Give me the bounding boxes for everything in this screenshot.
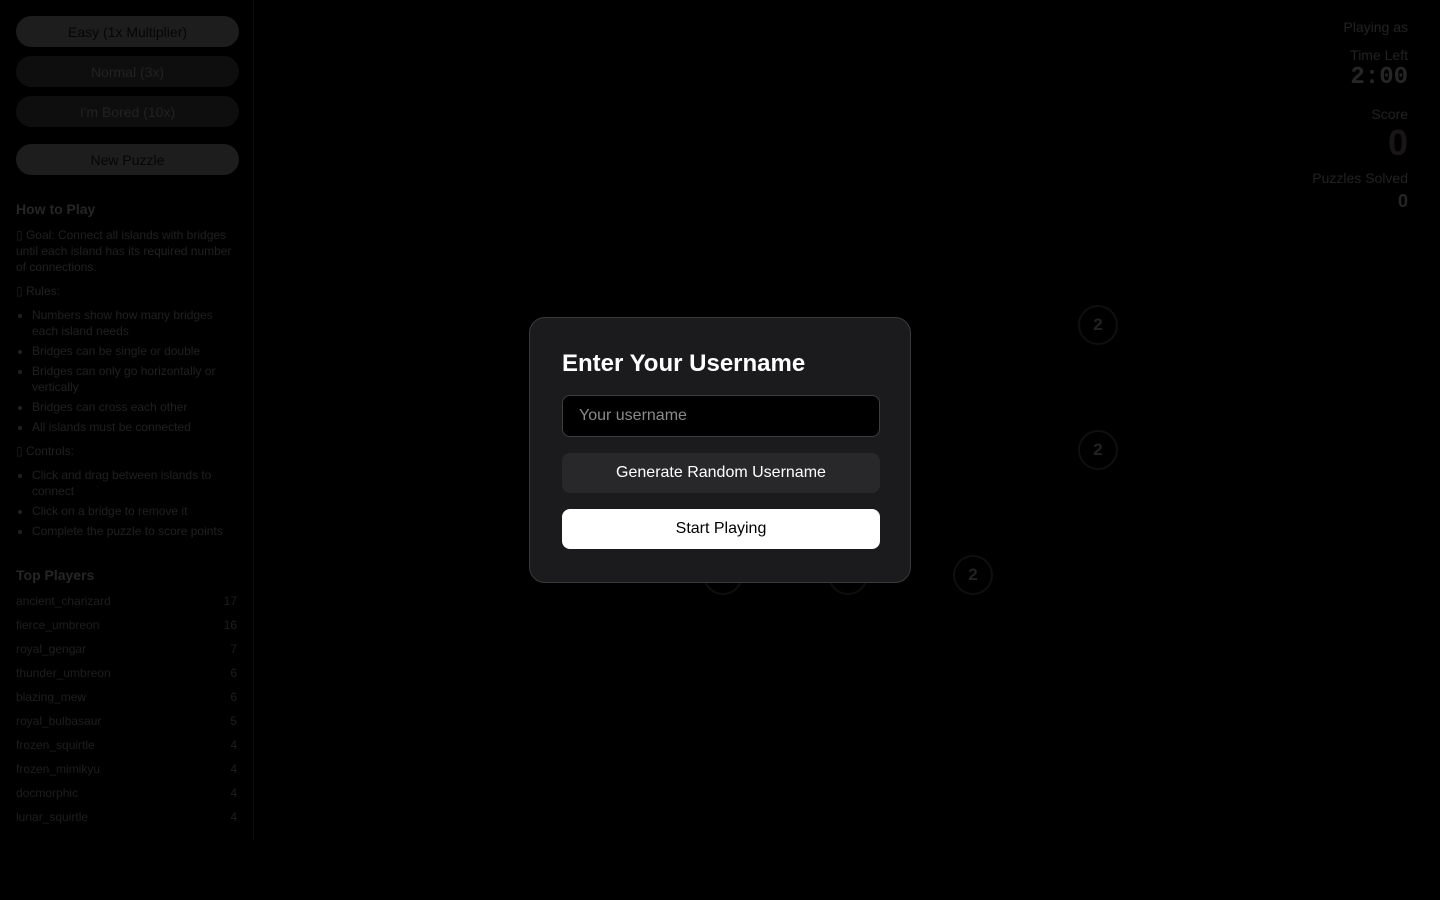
player-score: 6 [230,666,237,680]
time-left-value: 2:00 [1350,64,1408,91]
player-name: frozen_mimikyu [16,762,101,776]
leaderboard: ancient_charizard 17 fierce_umbreon 16 royal… [16,593,237,833]
rule-item: All islands must be connected [32,419,237,435]
generate-username-button[interactable]: Generate Random Username [562,453,880,493]
leaderboard-row: docmorphic 4 [16,785,237,809]
player-name: royal_gengar [16,642,87,656]
rule-item: Bridges can only go horizontally or vert… [32,363,237,395]
controls-list: Click and drag between islands to connec… [16,467,237,539]
player-score: 4 [230,762,237,776]
leaderboard-row: fierce_umbreon 16 [16,617,237,641]
new-puzzle-button[interactable]: New Puzzle [16,144,239,175]
player-name: lunar_squirtle [16,810,89,824]
rules-list: Numbers show how many bridges each islan… [16,307,237,435]
island[interactable]: 2 [953,555,993,595]
player-name: ancient_charizard [16,594,111,608]
player-name: thunder_umbreon [16,666,111,680]
difficulty-bored-button[interactable]: I'm Bored (10x) [16,96,239,127]
modal-title: Enter Your Username [562,350,806,377]
leaderboard-row: frozen_squirtle 4 [16,737,237,761]
start-playing-button[interactable]: Start Playing [562,509,880,549]
sidebar: Easy (1x Multiplier) Normal (3x) I'm Bor… [0,0,254,840]
leaderboard-row: blazing_mew 6 [16,689,237,713]
leaderboard-row: frozen_mimikyu 4 [16,761,237,785]
how-to-play-heading: How to Play [16,201,96,217]
leaderboard-row: lunar_squirtle 4 [16,809,237,833]
time-left-label: Time Left [1350,47,1408,63]
rule-item: Bridges can cross each other [32,399,237,415]
player-name: frozen_squirtle [16,738,95,752]
player-score: 5 [230,714,237,728]
rule-item: Bridges can be single or double [32,343,237,359]
island[interactable]: 2 [1078,305,1118,345]
leaderboard-row: royal_bulbasaur 5 [16,713,237,737]
leaderboard-row: ancient_charizard 17 [16,593,237,617]
player-score: 4 [230,786,237,800]
player-name: blazing_mew [16,690,87,704]
island[interactable]: 2 [1078,430,1118,470]
difficulty-normal-button[interactable]: Normal (3x) [16,56,239,87]
leaderboard-row: royal_gengar 7 [16,641,237,665]
rule-item: Numbers show how many bridges each islan… [32,307,237,339]
leaderboard-row: thunder_umbreon 6 [16,665,237,689]
control-item: Click on a bridge to remove it [32,503,237,519]
puzzles-solved-label: Puzzles Solved [1312,170,1408,186]
player-score: 4 [230,810,237,824]
username-modal: Enter Your Username Generate Random User… [529,317,911,583]
control-item: Complete the puzzle to score points [32,523,237,539]
player-name: royal_bulbasaur [16,714,102,728]
score-value: 0 [1387,122,1408,163]
score-label: Score [1371,106,1408,122]
puzzles-solved-value: 0 [1397,191,1408,211]
difficulty-easy-button[interactable]: Easy (1x Multiplier) [16,16,239,47]
player-score: 17 [223,594,237,608]
control-item: Click and drag between islands to connec… [32,467,237,499]
player-score: 6 [230,690,237,704]
player-score: 7 [230,642,237,656]
username-input[interactable] [562,395,880,437]
top-players-heading: Top Players [16,567,95,583]
player-name: fierce_umbreon [16,618,100,632]
player-name: docmorphic [16,786,79,800]
playing-as-label: Playing as [1343,19,1408,35]
rules-heading: ▯ Rules: [16,284,60,298]
player-score: 16 [223,618,237,632]
player-score: 4 [230,738,237,752]
goal-text: ▯ Goal: Connect all islands with bridges… [16,228,232,274]
controls-heading: ▯ Controls: [16,444,74,458]
stats-panel: Playing as Time Left 2:00 Score 0 Puzzle… [1312,18,1408,212]
